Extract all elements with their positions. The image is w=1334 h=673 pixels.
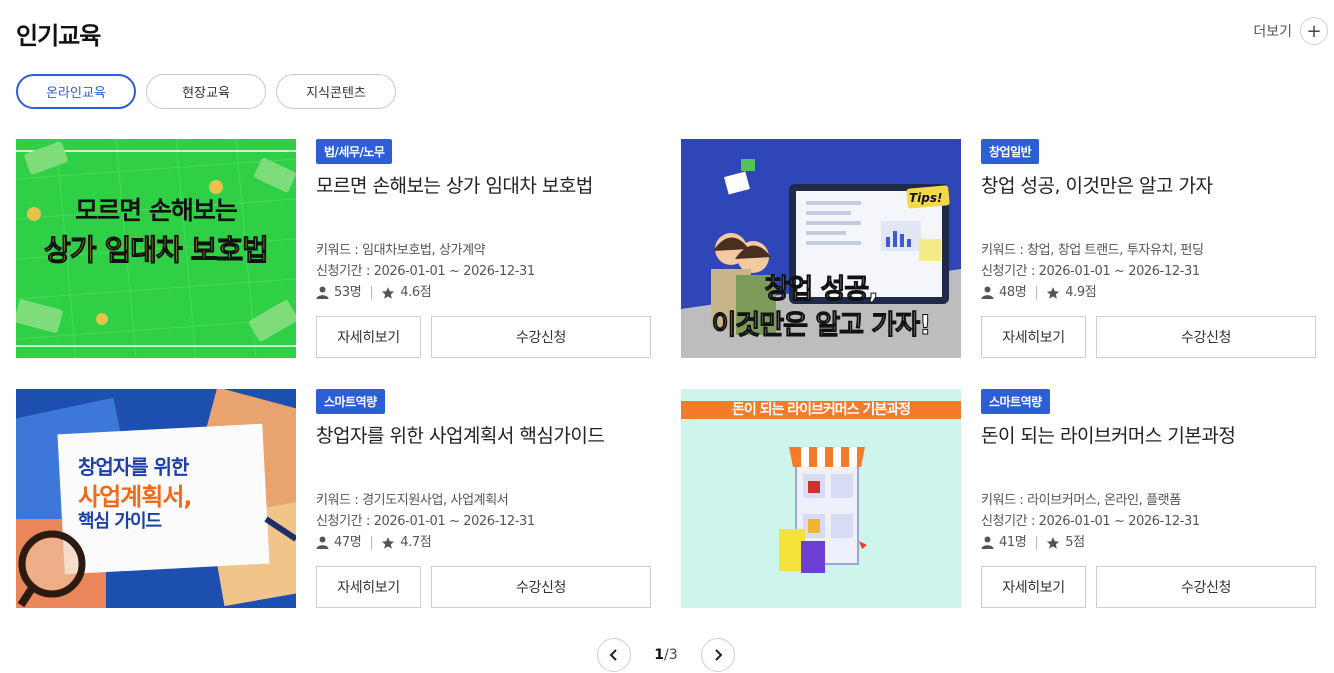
- thumb-text: 모르면 손해보는: [75, 196, 238, 225]
- apply-button[interactable]: 수강신청: [431, 316, 651, 358]
- student-count: 47명: [334, 535, 362, 550]
- chevron-left-icon: [609, 649, 617, 661]
- detail-button[interactable]: 자세히보기: [981, 316, 1086, 358]
- tab-knowledge[interactable]: 지식콘텐츠: [276, 74, 396, 109]
- tab-onsite[interactable]: 현장교육: [146, 74, 266, 109]
- thumb-text: 창업자를 위한: [78, 455, 189, 479]
- plus-icon[interactable]: +: [1300, 17, 1328, 45]
- category-badge: 스마트역량: [981, 389, 1050, 414]
- rating: 4.9점: [1065, 285, 1097, 300]
- current-page: 1: [654, 647, 665, 663]
- category-badge: 창업일반: [981, 139, 1040, 164]
- course-card: Tips! 창업 성공, 이것만은 알고 가자! 창업일반 창업 성공, 이것만…: [681, 139, 1316, 359]
- student-count: 41명: [999, 535, 1027, 550]
- course-title[interactable]: 창업 성공, 이것만은 알고 가자: [981, 171, 1213, 198]
- section-title: 인기교육: [16, 22, 101, 50]
- thumb-text: 핵심 가이드: [78, 511, 162, 532]
- thumb-text: 돈이 되는 라이브커머스 기본과정: [732, 402, 911, 418]
- total-pages: 3: [668, 647, 678, 663]
- course-thumbnail[interactable]: Tips! 창업 성공, 이것만은 알고 가자!: [681, 139, 961, 358]
- course-title[interactable]: 창업자를 위한 사업계획서 핵심가이드: [316, 421, 605, 448]
- page-indicator: 1/3: [631, 647, 701, 663]
- category-tabs: 온라인교육 현장교육 지식콘텐츠: [16, 74, 396, 109]
- person-icon: [981, 536, 994, 549]
- person-icon: [316, 536, 329, 549]
- rating: 5점: [1065, 535, 1085, 550]
- more-label: 더보기: [1253, 24, 1292, 40]
- detail-button[interactable]: 자세히보기: [981, 566, 1086, 608]
- thumb-text: 창업 성공,: [764, 274, 879, 306]
- thumb-tag: Tips!: [909, 191, 943, 205]
- course-period: 신청기간 : 2026-01-01 ~ 2026-12-31: [981, 264, 1200, 279]
- course-title[interactable]: 모르면 손해보는 상가 임대차 보호법: [316, 171, 593, 198]
- next-page-button[interactable]: [701, 638, 735, 672]
- apply-button[interactable]: 수강신청: [431, 566, 651, 608]
- course-period: 신청기간 : 2026-01-01 ~ 2026-12-31: [981, 514, 1200, 529]
- student-count: 53명: [334, 285, 362, 300]
- person-icon: [316, 286, 329, 299]
- course-thumbnail[interactable]: 창업자를 위한 사업계획서, 핵심 가이드: [16, 389, 296, 608]
- course-keywords: 키워드 : 창업, 창업 트랜드, 투자유치, 펀딩: [981, 243, 1204, 258]
- tab-online[interactable]: 온라인교육: [16, 74, 136, 109]
- apply-button[interactable]: 수강신청: [1096, 566, 1316, 608]
- star-icon: [1047, 536, 1060, 549]
- pagination: 1/3: [597, 638, 735, 672]
- course-thumbnail[interactable]: 돈이 되는 라이브커머스 기본과정: [681, 389, 961, 608]
- category-badge: 법/세무/노무: [316, 139, 393, 164]
- apply-button[interactable]: 수강신청: [1096, 316, 1316, 358]
- course-title[interactable]: 돈이 되는 라이브커머스 기본과정: [981, 421, 1236, 448]
- category-badge: 스마트역량: [316, 389, 385, 414]
- course-thumbnail[interactable]: 모르면 손해보는 상가 임대차 보호법: [16, 139, 296, 358]
- course-keywords: 키워드 : 임대차보호법, 상가계약: [316, 243, 486, 258]
- prev-page-button[interactable]: [597, 638, 631, 672]
- detail-button[interactable]: 자세히보기: [316, 316, 421, 358]
- more-link[interactable]: 더보기 +: [1253, 17, 1328, 45]
- course-period: 신청기간 : 2026-01-01 ~ 2026-12-31: [316, 514, 535, 529]
- course-card: 돈이 되는 라이브커머스 기본과정 스마트역량 돈이 되는 라이브커머스 기본과…: [681, 389, 1316, 609]
- chevron-right-icon: [715, 649, 723, 661]
- rating: 4.6점: [400, 285, 432, 300]
- person-icon: [981, 286, 994, 299]
- star-icon: [382, 536, 395, 549]
- student-count: 48명: [999, 285, 1027, 300]
- course-period: 신청기간 : 2026-01-01 ~ 2026-12-31: [316, 264, 535, 279]
- detail-button[interactable]: 자세히보기: [316, 566, 421, 608]
- course-keywords: 키워드 : 경기도지원사업, 사업계획서: [316, 493, 509, 508]
- rating: 4.7점: [400, 535, 432, 550]
- course-keywords: 키워드 : 라이브커머스, 온라인, 플랫폼: [981, 493, 1181, 508]
- star-icon: [1047, 286, 1060, 299]
- thumb-text: 상가 임대차 보호법: [44, 233, 270, 268]
- thumb-text: 이것만은 알고 가자!: [711, 310, 932, 342]
- course-card: 창업자를 위한 사업계획서, 핵심 가이드 스마트역량 창업자를 위한 사업계획…: [16, 389, 651, 609]
- star-icon: [382, 286, 395, 299]
- course-card: 모르면 손해보는 상가 임대차 보호법 법/세무/노무 모르면 손해보는 상가 …: [16, 139, 651, 359]
